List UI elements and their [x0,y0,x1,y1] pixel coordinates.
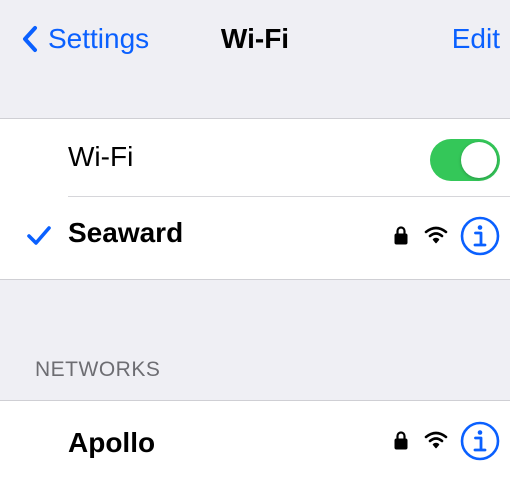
back-button[interactable]: Settings [22,22,149,56]
navigation-bar: Settings Wi-Fi Edit [0,0,510,80]
back-button-label: Settings [48,23,150,54]
lock-icon [394,225,408,250]
info-icon[interactable] [460,421,500,466]
lock-icon [394,430,408,455]
edit-button[interactable]: Edit [452,22,500,56]
connected-network-name: Seaward [68,217,184,248]
list-item[interactable]: Apollo [0,401,510,477]
wifi-toggle-label: Wi-Fi [68,141,134,172]
networks-section-header: NETWORKS [35,358,161,381]
info-icon[interactable] [460,216,500,261]
network-name: Apollo [68,427,156,458]
wifi-toggle-row: Wi-Fi [0,119,510,197]
toggle-knob [461,142,497,178]
checkmark-icon [26,225,52,252]
chevron-left-icon [22,25,38,53]
wifi-settings-screen: Settings Wi-Fi Edit Wi-Fi Seaward NETWOR… [0,0,510,477]
wifi-signal-icon [424,430,448,455]
wifi-section: Wi-Fi Seaward [0,118,510,280]
connected-network-row[interactable]: Seaward [0,197,510,275]
wifi-toggle-switch[interactable] [430,139,500,181]
wifi-signal-icon [424,225,448,250]
networks-list: Apollo [0,400,510,477]
